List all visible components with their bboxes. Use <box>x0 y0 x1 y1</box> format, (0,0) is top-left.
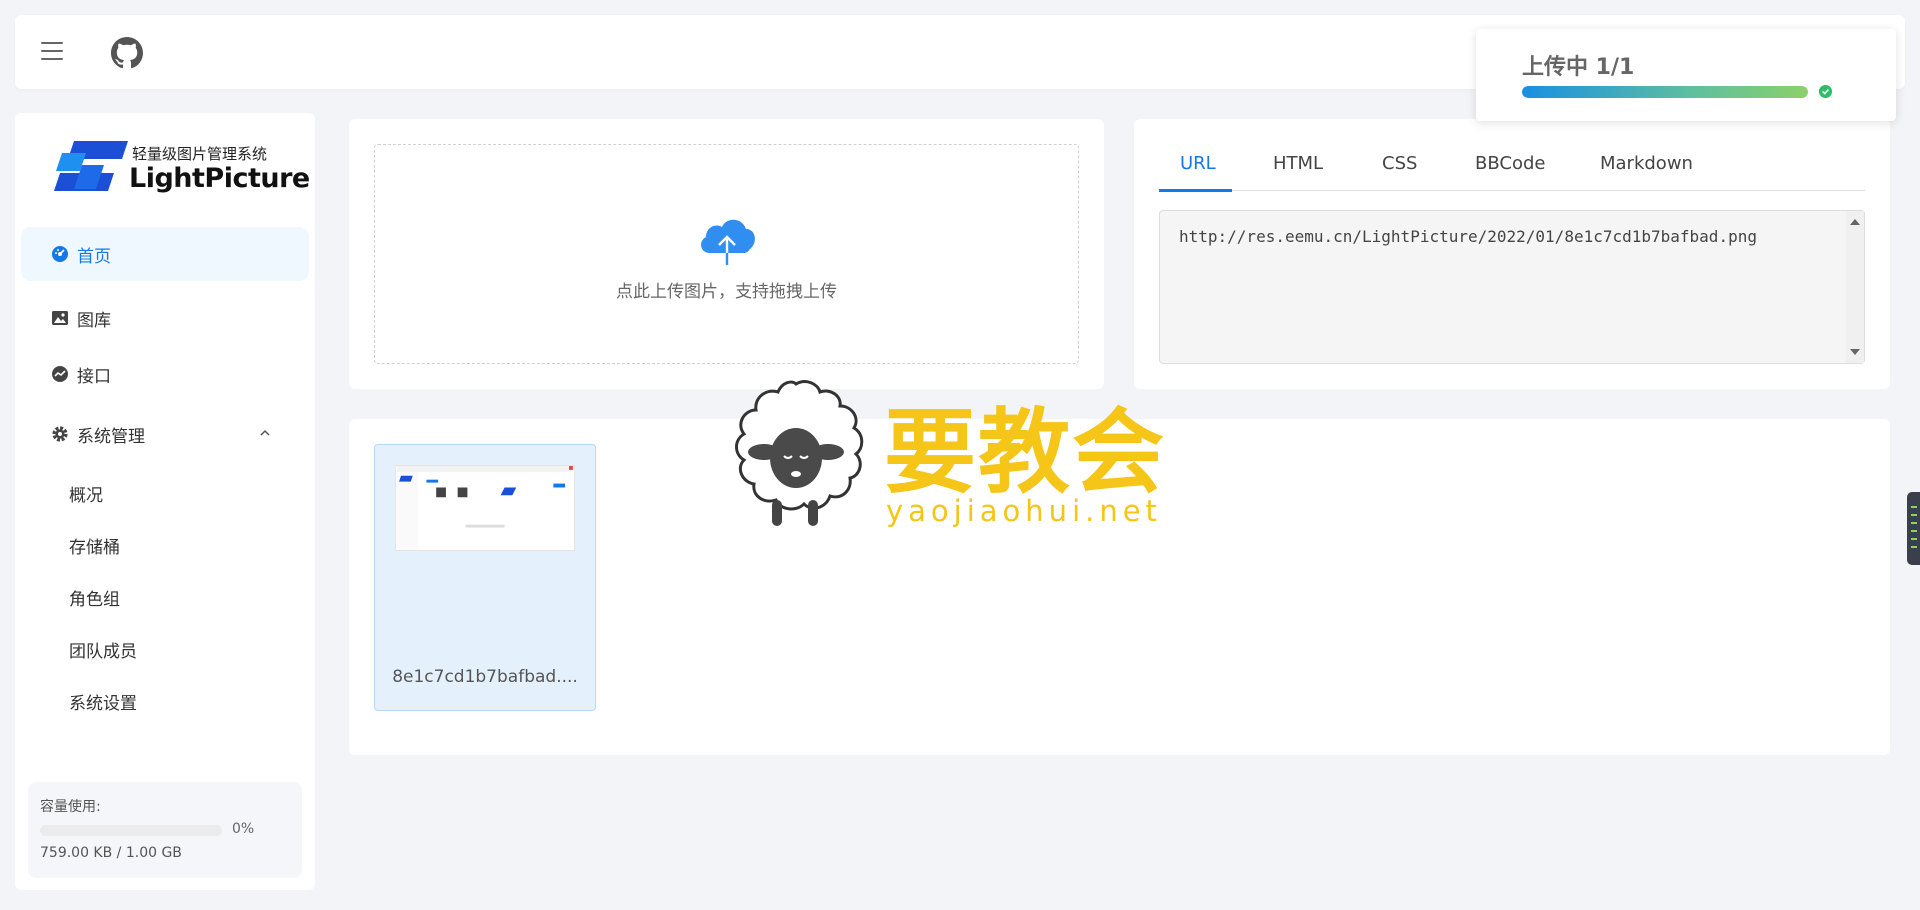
sidebar-item-label: 图库 <box>77 310 111 331</box>
upload-progress-toast: 上传中 1/1 <box>1476 29 1896 121</box>
api-icon <box>52 366 68 382</box>
upload-card: 点此上传图片，支持拖拽上传 <box>349 119 1104 389</box>
code-output-textarea[interactable]: http://res.eemu.cn/LightPicture/2022/01/… <box>1159 210 1865 364</box>
lightpicture-logo-icon <box>54 141 128 191</box>
tab-markdown[interactable]: Markdown <box>1600 153 1693 174</box>
upload-hint: 点此上传图片，支持拖拽上传 <box>616 282 837 302</box>
storage-progress-bar <box>40 825 222 836</box>
dashboard-icon <box>52 246 68 262</box>
sidebar-item-label: 首页 <box>77 246 111 267</box>
sidebar-subitem-roles[interactable]: 角色组 <box>69 585 120 610</box>
toast-title: 上传中 1/1 <box>1522 55 1635 80</box>
sidebar-item-home[interactable]: 首页 <box>21 227 309 281</box>
sidebar-subitem-system-settings[interactable]: 系统设置 <box>69 689 137 714</box>
image-item[interactable]: 8e1c7cd1b7bafbad.... <box>374 444 596 711</box>
upload-progress-fill <box>1522 86 1808 98</box>
sidebar-item-gallery[interactable]: 图库 <box>21 291 309 345</box>
link-code-card: URL HTML CSS BBCode Markdown http://res.… <box>1134 119 1890 389</box>
tab-css[interactable]: CSS <box>1382 153 1417 174</box>
sidebar: 轻量级图片管理系统 LightPicture 首页 图库 接口 系统管理 概况 … <box>15 113 315 890</box>
image-icon <box>52 311 68 325</box>
github-icon[interactable] <box>111 37 143 69</box>
side-float-widget[interactable] <box>1907 492 1920 565</box>
sidebar-item-label: 接口 <box>77 366 111 387</box>
code-format-tabs: URL HTML CSS BBCode Markdown <box>1159 153 1865 192</box>
sidebar-item-system-management[interactable]: 系统管理 <box>21 407 309 461</box>
tab-bbcode[interactable]: BBCode <box>1475 153 1545 174</box>
tab-url[interactable]: URL <box>1180 153 1216 174</box>
storage-percent: 0% <box>232 821 255 837</box>
logo-subtitle: 轻量级图片管理系统 <box>132 145 268 163</box>
scroll-up-arrow-icon[interactable] <box>1850 219 1860 225</box>
sidebar-item-label: 系统管理 <box>77 426 145 447</box>
logo-name: LightPicture <box>129 163 310 194</box>
sidebar-subitem-overview[interactable]: 概况 <box>69 481 103 506</box>
tab-html[interactable]: HTML <box>1273 153 1323 174</box>
cloud-upload-icon <box>701 219 755 265</box>
chevron-up-icon <box>260 429 270 436</box>
upload-dropzone[interactable]: 点此上传图片，支持拖拽上传 <box>374 144 1079 364</box>
image-filename: 8e1c7cd1b7bafbad.... <box>392 667 578 687</box>
image-thumbnail <box>395 465 575 551</box>
storage-label: 容量使用: <box>40 799 101 815</box>
hamburger-menu-icon[interactable] <box>41 42 63 62</box>
scroll-down-arrow-icon[interactable] <box>1850 349 1860 355</box>
upload-progress-bar <box>1522 86 1808 98</box>
uploaded-images-card: 8e1c7cd1b7bafbad.... <box>349 419 1890 755</box>
app-logo[interactable]: 轻量级图片管理系统 LightPicture <box>52 137 310 199</box>
storage-size: 759.00 KB / 1.00 GB <box>40 845 182 861</box>
gear-icon <box>52 426 68 442</box>
sidebar-item-api[interactable]: 接口 <box>21 347 309 401</box>
code-output-text: http://res.eemu.cn/LightPicture/2022/01/… <box>1179 227 1757 246</box>
sidebar-subitem-team-members[interactable]: 团队成员 <box>69 637 137 662</box>
success-check-icon <box>1819 85 1832 98</box>
sidebar-subitem-buckets[interactable]: 存储桶 <box>69 533 120 558</box>
active-tab-indicator <box>1159 189 1232 192</box>
code-scrollbar[interactable] <box>1846 211 1864 363</box>
storage-usage-panel: 容量使用: 0% 759.00 KB / 1.00 GB <box>28 782 302 878</box>
